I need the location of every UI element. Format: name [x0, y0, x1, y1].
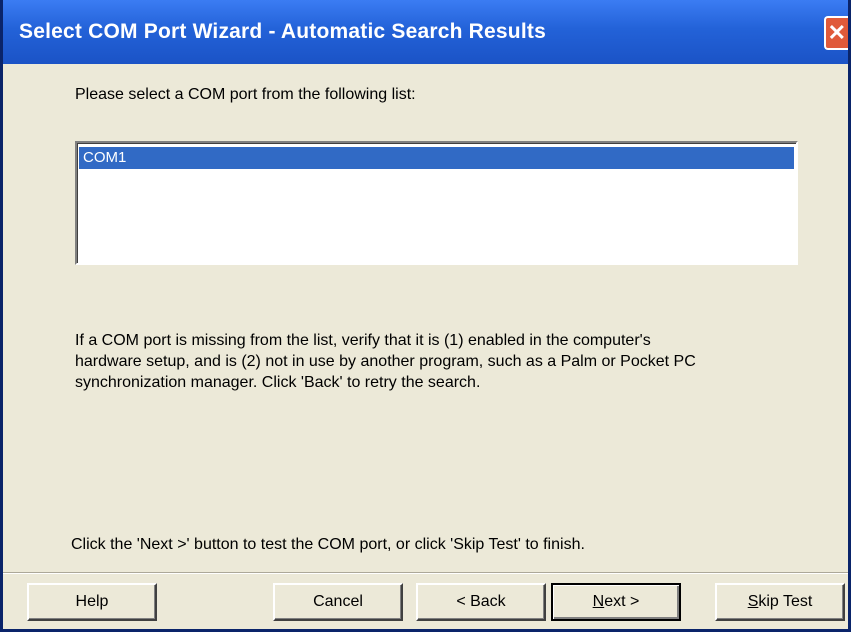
- title-bar[interactable]: Select COM Port Wizard - Automatic Searc…: [3, 0, 848, 64]
- info-line-1: If a COM port is missing from the list, …: [75, 332, 651, 349]
- close-icon: ✕: [827, 20, 847, 45]
- info-line-2: hardware setup, and is (2) not in use by…: [75, 353, 696, 370]
- list-prompt: Please select a COM port from the follow…: [75, 86, 416, 103]
- close-button[interactable]: ✕: [824, 16, 848, 50]
- wizard-window: Select COM Port Wizard - Automatic Searc…: [0, 0, 851, 632]
- skip-test-button[interactable]: Skip Test: [715, 583, 845, 621]
- back-button-label: < Back: [456, 593, 506, 610]
- list-item-com1[interactable]: COM1: [79, 147, 794, 169]
- next-button-label: ext >: [604, 593, 640, 610]
- next-button-accel: N: [592, 593, 605, 610]
- window-title: Select COM Port Wizard - Automatic Searc…: [19, 20, 546, 43]
- cancel-button[interactable]: Cancel: [273, 583, 403, 621]
- button-bar: Help Cancel < Back Next > Skip Test: [3, 572, 848, 629]
- missing-port-info: If a COM port is missing from the list, …: [75, 330, 815, 393]
- next-button[interactable]: Next >: [551, 583, 681, 621]
- skip-test-accel: S: [747, 593, 759, 610]
- info-line-3: synchronization manager. Click 'Back' to…: [75, 374, 481, 391]
- com-port-list[interactable]: COM1: [75, 141, 798, 265]
- next-instruction: Click the 'Next >' button to test the CO…: [71, 536, 585, 553]
- help-button-label: Help: [75, 593, 109, 610]
- help-button[interactable]: Help: [27, 583, 157, 621]
- back-button[interactable]: < Back: [416, 583, 546, 621]
- skip-test-button-label: kip Test: [758, 593, 813, 610]
- cancel-button-label: Cancel: [313, 593, 363, 610]
